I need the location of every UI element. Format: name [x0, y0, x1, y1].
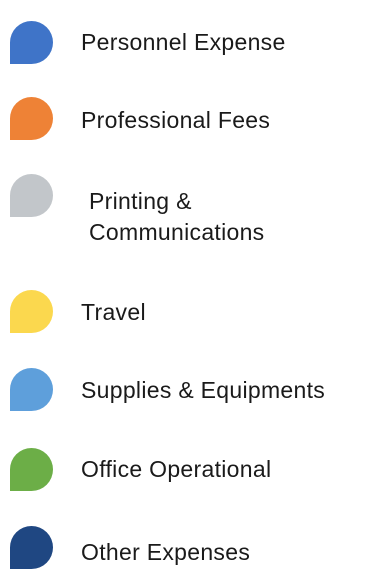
legend-swatch [10, 97, 53, 140]
legend-label: Printing & Communications [89, 188, 265, 245]
legend-swatch [10, 290, 53, 333]
legend-swatch [10, 368, 53, 411]
legend-label: Travel [81, 299, 146, 325]
chart-legend: Personnel Expense Professional Fees Prin… [0, 0, 369, 571]
legend-swatch [10, 174, 53, 217]
legend-swatch [10, 21, 53, 64]
legend-swatch [10, 526, 53, 569]
legend-label: Personnel Expense [81, 29, 286, 55]
legend-swatch [10, 448, 53, 491]
legend-label: Professional Fees [81, 107, 271, 133]
legend-label: Other Expenses [81, 539, 251, 565]
legend-label: Supplies & Equipments [81, 377, 326, 403]
legend-label: Office Operational [81, 456, 272, 482]
